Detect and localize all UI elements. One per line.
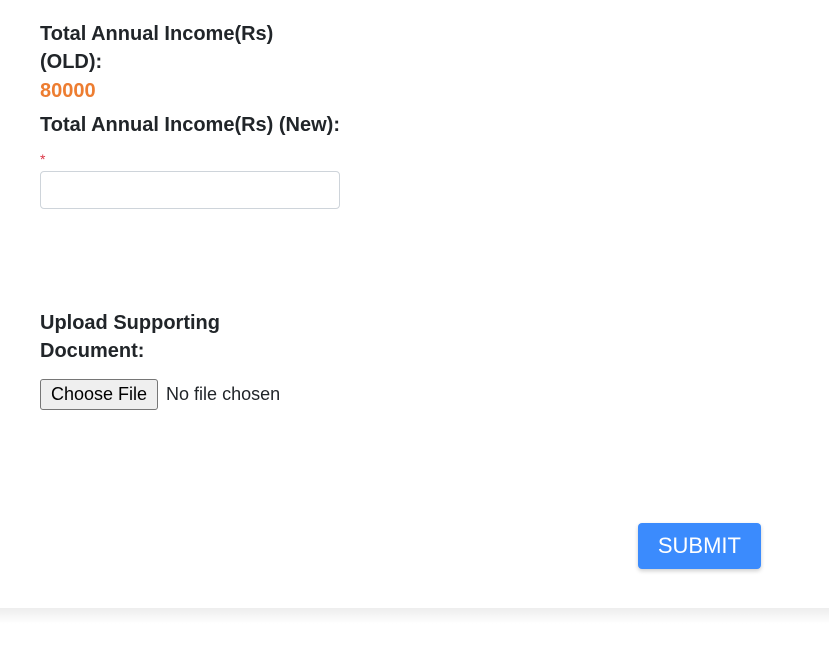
- file-status-text: No file chosen: [166, 384, 280, 405]
- submit-button[interactable]: SUBMIT: [638, 523, 761, 569]
- bottom-shadow: [0, 608, 829, 624]
- income-new-label: Total Annual Income(Rs) (New):: [40, 111, 340, 139]
- upload-label: Upload Supporting Document:: [40, 309, 300, 365]
- income-old-value: 80000: [40, 80, 340, 103]
- income-new-group: Total Annual Income(Rs) (New): *: [40, 111, 340, 209]
- file-input-wrapper: Choose File No file chosen: [40, 379, 789, 410]
- submit-wrapper: SUBMIT: [638, 523, 761, 569]
- required-mark: *: [40, 151, 340, 167]
- income-old-label: Total Annual Income(Rs) (OLD):: [40, 20, 340, 76]
- income-new-input[interactable]: [40, 171, 340, 209]
- choose-file-button[interactable]: Choose File: [40, 379, 158, 410]
- form-container: Total Annual Income(Rs) (OLD): 80000 Tot…: [0, 0, 829, 430]
- upload-section: Upload Supporting Document: Choose File …: [40, 309, 789, 410]
- income-old-group: Total Annual Income(Rs) (OLD): 80000: [40, 20, 340, 103]
